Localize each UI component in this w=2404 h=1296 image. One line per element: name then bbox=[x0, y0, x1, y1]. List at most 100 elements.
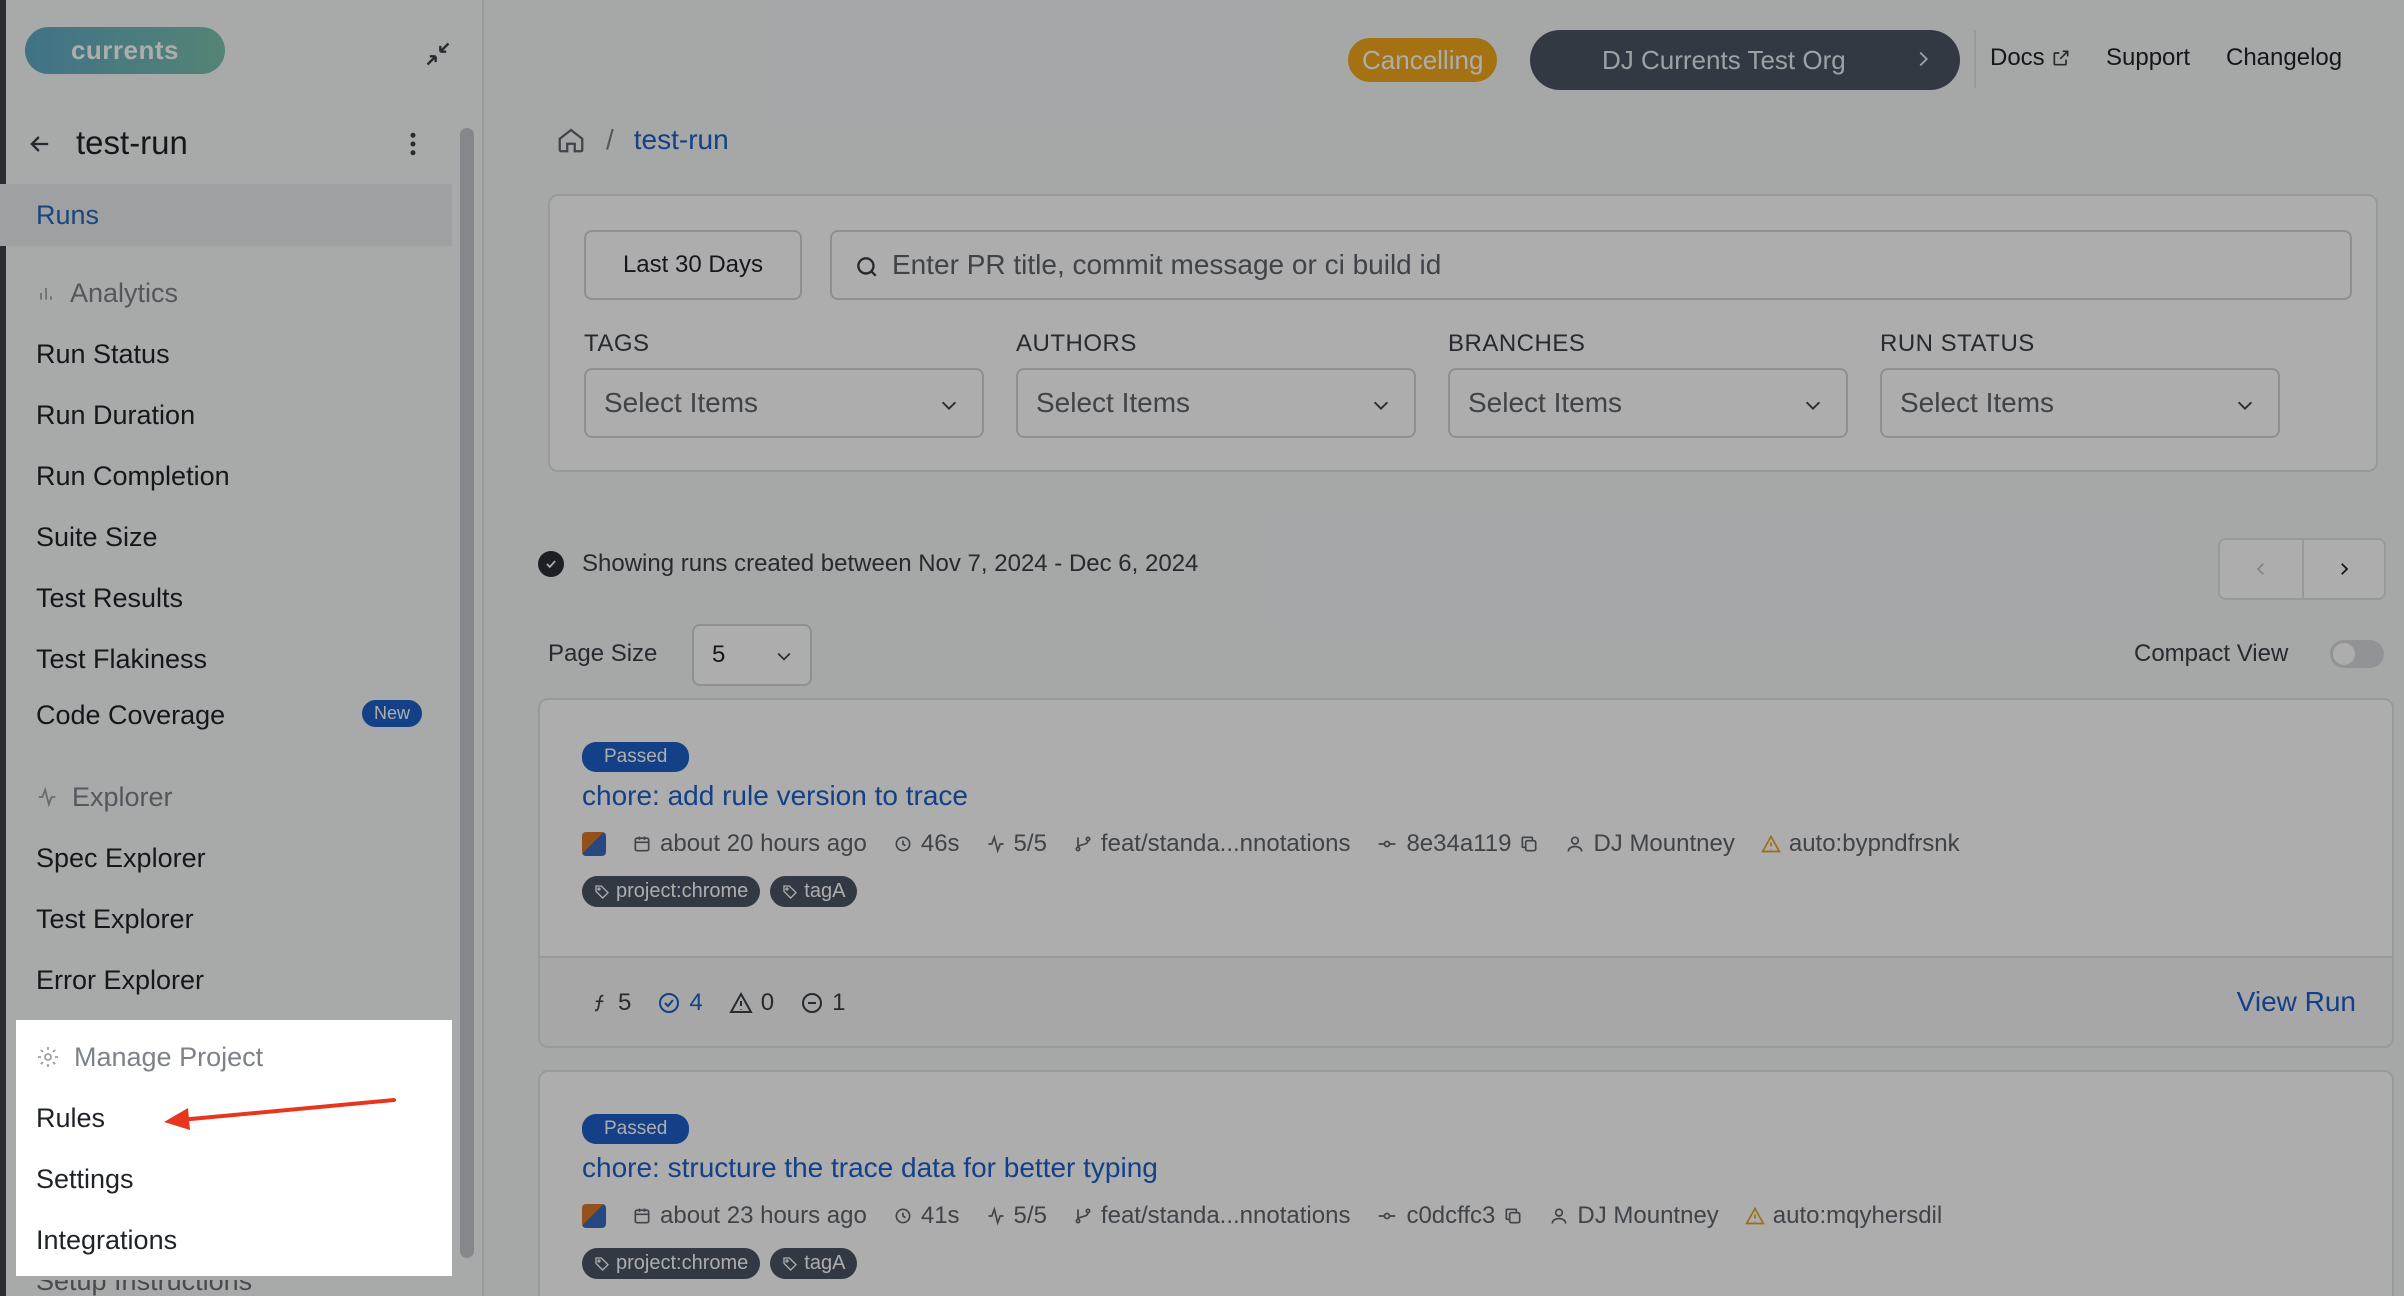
branches-filter: BRANCHES Select Items bbox=[1448, 330, 1848, 438]
toggle-knob bbox=[2333, 643, 2355, 665]
tag-chip[interactable]: tagA bbox=[770, 1248, 858, 1279]
sidebar-item-suite-size[interactable]: Suite Size bbox=[0, 507, 452, 568]
tests-count: 5 bbox=[590, 989, 631, 1017]
clock-icon bbox=[895, 1208, 911, 1224]
collapse-sidebar-icon[interactable] bbox=[420, 36, 456, 72]
sidebar-scrollbar[interactable] bbox=[460, 128, 474, 1258]
tags-filter: TAGS Select Items bbox=[584, 330, 984, 438]
authors-filter: AUTHORS Select Items bbox=[1016, 330, 1416, 438]
prev-page-button[interactable] bbox=[2220, 540, 2302, 598]
sidebar-item-error-explorer[interactable]: Error Explorer bbox=[0, 950, 452, 1011]
compact-view-toggle[interactable] bbox=[2330, 640, 2384, 668]
search-input[interactable] bbox=[892, 249, 2292, 281]
manage-project-title: Manage Project bbox=[74, 1041, 264, 1072]
changelog-link[interactable]: Changelog bbox=[2226, 44, 2342, 72]
sidebar-item-settings[interactable]: Settings bbox=[16, 1149, 452, 1210]
run-meta: about 23 hours ago 41s 5/5 feat/standa..… bbox=[582, 1202, 1942, 1230]
run-time: about 20 hours ago bbox=[632, 830, 867, 858]
topbar: Cancelling DJ Currents Test Org Docs Sup… bbox=[484, 0, 2404, 110]
copy-icon[interactable] bbox=[1503, 1206, 1523, 1226]
sidebar-item-code-coverage[interactable]: Code Coverage New bbox=[0, 690, 452, 740]
chevron-down-icon bbox=[941, 401, 957, 410]
cancelling-status-badge: Cancelling bbox=[1348, 38, 1498, 82]
run-specs: 5/5 bbox=[986, 830, 1047, 858]
run-branch-text: feat/standa...nnotations bbox=[1100, 830, 1351, 857]
external-link-icon bbox=[2053, 50, 2069, 66]
sidebar-item-setup-instructions[interactable]: Setup Instructions bbox=[36, 1280, 336, 1296]
view-run-link[interactable]: View Run bbox=[2237, 986, 2356, 1018]
run-branch-text: feat/standa...nnotations bbox=[1100, 1202, 1351, 1229]
tag-chip[interactable]: project:chrome bbox=[582, 1248, 761, 1279]
setup-instructions-label: Setup Instructions bbox=[36, 1280, 253, 1296]
authors-select[interactable]: Select Items bbox=[1016, 368, 1416, 438]
authors-select-value: Select Items bbox=[1036, 387, 1191, 418]
back-arrow-icon[interactable] bbox=[26, 130, 54, 158]
chevron-down-icon bbox=[2237, 401, 2253, 410]
filter-panel: Last 30 Days TAGS Select Items AUTHORS S… bbox=[548, 194, 2378, 472]
sidebar-item-run-status[interactable]: Run Status bbox=[0, 324, 452, 385]
home-icon[interactable] bbox=[556, 125, 586, 155]
org-switcher-button[interactable]: DJ Currents Test Org bbox=[1530, 30, 1960, 90]
git-branch-icon bbox=[1075, 836, 1091, 852]
search-box bbox=[830, 230, 2352, 300]
clock-icon bbox=[895, 836, 911, 852]
breadcrumb: / test-run bbox=[556, 124, 729, 156]
docs-link[interactable]: Docs bbox=[1990, 44, 2071, 72]
run-commit[interactable]: c0dcffc3 bbox=[1376, 1202, 1523, 1230]
sidebar-item-spec-explorer[interactable]: Spec Explorer bbox=[0, 828, 452, 889]
skipped-count: 1 bbox=[800, 989, 845, 1017]
date-range-button[interactable]: Last 30 Days bbox=[584, 230, 802, 300]
avatar bbox=[582, 832, 606, 856]
function-icon bbox=[594, 994, 604, 1012]
warning-icon bbox=[1745, 1206, 1765, 1225]
run-duration-text: 41s bbox=[920, 1202, 960, 1229]
sidebar-item-test-flakiness[interactable]: Test Flakiness bbox=[0, 629, 452, 690]
copy-icon[interactable] bbox=[1519, 834, 1539, 854]
tag-chip[interactable]: tagA bbox=[770, 876, 858, 907]
next-page-button[interactable] bbox=[2301, 540, 2384, 598]
sidebar-nav: Runs Analytics Run Status Run Duration R… bbox=[0, 184, 452, 1011]
run-ci-build-text: auto:mqyhersdil bbox=[1772, 1202, 1943, 1229]
run-commit[interactable]: 8e34a119 bbox=[1376, 830, 1539, 858]
app-logo[interactable]: currents bbox=[25, 27, 225, 74]
run-status-select[interactable]: Select Items bbox=[1880, 368, 2280, 438]
sidebar-item-run-duration[interactable]: Run Duration bbox=[0, 385, 452, 446]
sidebar-item-test-explorer[interactable]: Test Explorer bbox=[0, 889, 452, 950]
page-size-select[interactable]: 5 bbox=[692, 624, 812, 686]
page-size-label: Page Size bbox=[548, 640, 658, 667]
run-footer: 5 4 0 1 View Run bbox=[540, 956, 2392, 1046]
run-branch[interactable]: feat/standa...nnotations bbox=[1073, 830, 1351, 858]
run-status-badge: Passed bbox=[582, 742, 690, 772]
run-card: Passed chore: structure the trace data f… bbox=[538, 1070, 2394, 1296]
branches-select[interactable]: Select Items bbox=[1448, 368, 1848, 438]
chevron-left-icon bbox=[2256, 563, 2264, 575]
run-branch[interactable]: feat/standa...nnotations bbox=[1073, 1202, 1351, 1230]
activity-icon bbox=[988, 1206, 1004, 1226]
breadcrumb-separator: / bbox=[606, 124, 614, 155]
passed-count: 4 bbox=[657, 989, 703, 1017]
run-duration: 41s bbox=[893, 1202, 960, 1230]
run-time-text: about 20 hours ago bbox=[660, 830, 867, 857]
sidebar-item-integrations[interactable]: Integrations bbox=[16, 1210, 452, 1271]
run-title-link[interactable]: chore: structure the trace data for bett… bbox=[582, 1152, 1158, 1184]
run-specs-text: 5/5 bbox=[1013, 830, 1047, 857]
sidebar-item-test-results[interactable]: Test Results bbox=[0, 568, 452, 629]
flaky-count-text: 0 bbox=[760, 989, 775, 1016]
gear-icon bbox=[38, 1047, 58, 1067]
kebab-menu-icon[interactable] bbox=[398, 128, 428, 160]
tag-chip[interactable]: project:chrome bbox=[582, 876, 761, 907]
tags-select[interactable]: Select Items bbox=[584, 368, 984, 438]
explorer-title: Explorer bbox=[72, 781, 173, 812]
run-card: Passed chore: add rule version to trace … bbox=[538, 698, 2394, 1048]
chevron-down-icon bbox=[1373, 401, 1389, 410]
showing-runs-text: Showing runs created between Nov 7, 2024… bbox=[582, 550, 1199, 577]
sidebar-item-runs[interactable]: Runs bbox=[0, 184, 452, 246]
docs-label: Docs bbox=[1990, 44, 2045, 71]
breadcrumb-current[interactable]: test-run bbox=[634, 124, 729, 156]
page-size-value: 5 bbox=[712, 641, 726, 668]
run-status-badge: Passed bbox=[582, 1114, 690, 1144]
run-title-link[interactable]: chore: add rule version to trace bbox=[582, 780, 968, 812]
avatar bbox=[582, 1204, 606, 1228]
support-link[interactable]: Support bbox=[2106, 44, 2190, 72]
sidebar-item-run-completion[interactable]: Run Completion bbox=[0, 446, 452, 507]
